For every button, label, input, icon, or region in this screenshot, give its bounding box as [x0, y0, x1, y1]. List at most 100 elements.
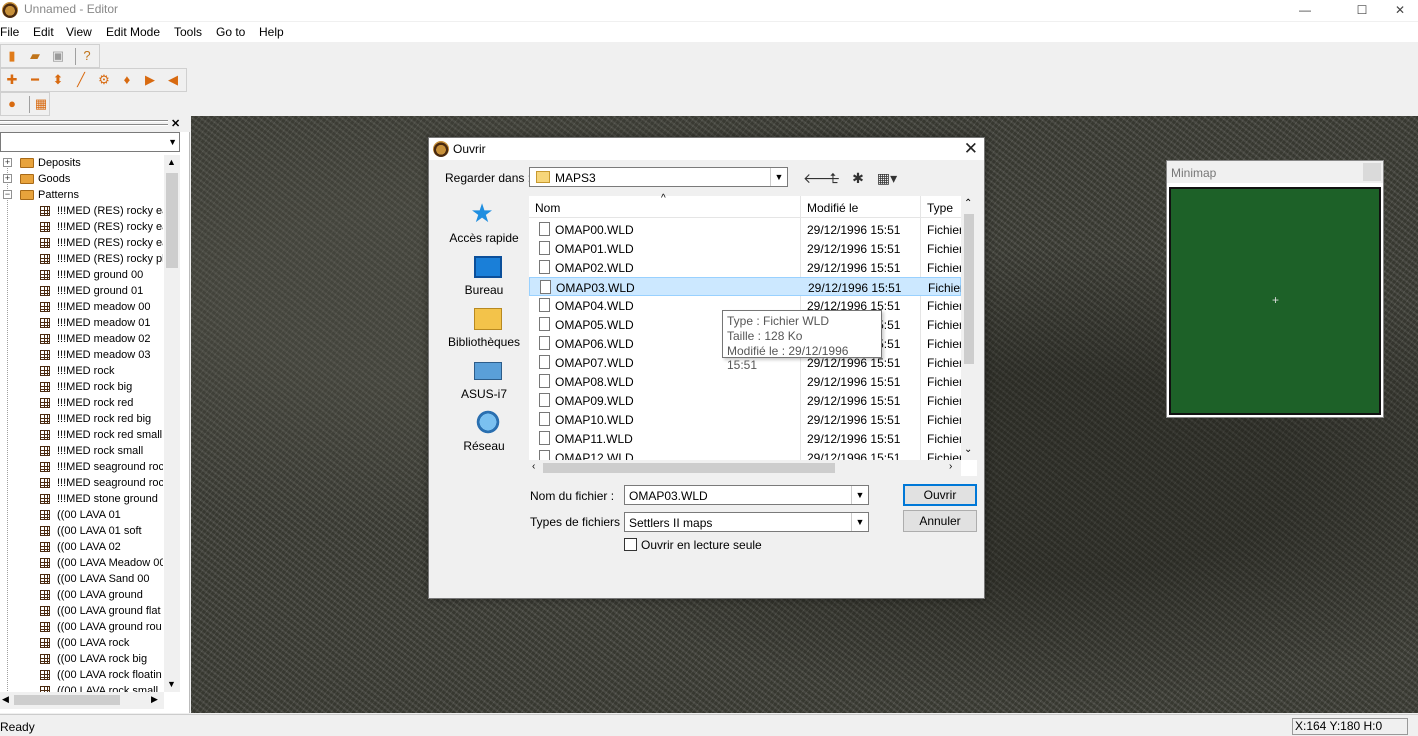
menu-view[interactable]: View: [66, 25, 92, 39]
sound-icon[interactable]: ◀: [165, 72, 181, 88]
readonly-label[interactable]: Ouvrir en lecture seule: [641, 538, 762, 552]
file-row[interactable]: OMAP08.WLD 29/12/1996 15:51 Fichier: [529, 372, 964, 391]
open-icon[interactable]: ▰: [27, 48, 43, 64]
back-icon[interactable]: 🡐: [803, 169, 841, 187]
open-file-dialog: Ouvrir ✕ Regarder dans : MAPS3 ▼ 🡐 ⮤ ✱ ▦…: [428, 137, 985, 599]
pattern-icon: [40, 574, 50, 584]
column-name[interactable]: Nom: [535, 201, 560, 215]
scroll-left-icon[interactable]: ‹: [532, 461, 535, 472]
file-date: 29/12/1996 15:51: [807, 432, 901, 446]
file-date: 29/12/1996 15:51: [807, 375, 901, 389]
look-in-select[interactable]: MAPS3 ▼: [529, 167, 788, 187]
lower-icon[interactable]: ━: [27, 72, 43, 88]
open-button[interactable]: Ouvrir: [903, 484, 977, 506]
menu-edit-mode[interactable]: Edit Mode: [106, 25, 160, 39]
up-folder-icon[interactable]: ⮤: [825, 169, 843, 187]
minimap-close-button[interactable]: [1363, 163, 1381, 181]
chevron-down-icon[interactable]: ▼: [851, 513, 868, 531]
menu-edit[interactable]: Edit: [33, 25, 54, 39]
scroll-thumb[interactable]: [14, 695, 120, 705]
view-menu-icon[interactable]: ▦▾: [873, 169, 901, 187]
help-icon[interactable]: ?: [79, 48, 95, 64]
window-titlebar: Unnamed - Editor — ☐ ✕: [0, 0, 1418, 21]
pattern-icon: [40, 302, 50, 312]
file-row[interactable]: OMAP10.WLD 29/12/1996 15:51 Fichier: [529, 410, 963, 429]
filetype-select[interactable]: Settlers II maps ▼: [624, 512, 869, 532]
chevron-down-icon[interactable]: ▼: [851, 486, 868, 504]
save-icon[interactable]: ▣: [50, 48, 66, 64]
folder-icon: [536, 171, 550, 183]
play-icon[interactable]: ▶: [142, 72, 158, 88]
pattern-icon: [40, 446, 50, 456]
minimize-button[interactable]: —: [1282, 0, 1328, 21]
scroll-up-icon[interactable]: ▲: [167, 157, 176, 167]
scroll-thumb[interactable]: [543, 463, 835, 473]
scroll-down-icon[interactable]: ⌄: [964, 444, 972, 455]
raise-icon[interactable]: ✚: [4, 72, 20, 88]
cancel-button[interactable]: Annuler: [903, 510, 977, 532]
tree-label: !!!MED rock red big: [57, 413, 152, 425]
expand-icon[interactable]: +: [3, 158, 12, 167]
scroll-thumb[interactable]: [166, 173, 178, 268]
scroll-up-icon[interactable]: ⌃: [964, 198, 972, 209]
menu-tools[interactable]: Tools: [174, 25, 202, 39]
menu-go-to[interactable]: Go to: [216, 25, 245, 39]
scroll-down-icon[interactable]: ▼: [167, 679, 176, 689]
file-name: OMAP00.WLD: [555, 223, 634, 237]
file-row[interactable]: OMAP11.WLD 29/12/1996 15:51 Fichier: [529, 429, 963, 448]
scroll-right-icon[interactable]: ›: [949, 461, 952, 472]
fill-icon[interactable]: ♦: [119, 72, 135, 88]
file-row[interactable]: OMAP01.WLD 29/12/1996 15:51 Fichier: [529, 239, 963, 258]
scroll-right-icon[interactable]: ▶: [151, 694, 158, 705]
new-folder-icon[interactable]: ✱: [849, 169, 867, 187]
dialog-close-icon[interactable]: ✕: [964, 139, 978, 159]
close-button[interactable]: ✕: [1377, 0, 1418, 21]
collapse-icon[interactable]: −: [3, 190, 12, 199]
tree-vertical-scrollbar[interactable]: ▲ ▼: [164, 155, 180, 692]
brush-icon[interactable]: ╱: [73, 72, 89, 88]
tree-label: ((00 LAVA ground rou: [57, 621, 162, 633]
objects-icon[interactable]: ⚙: [96, 72, 112, 88]
panel-grip[interactable]: [0, 120, 168, 122]
copy-icon[interactable]: ▦: [33, 96, 49, 112]
column-modified[interactable]: Modifié le: [807, 201, 858, 215]
tree-horizontal-scrollbar[interactable]: ◀ ▶: [0, 692, 164, 709]
file-row[interactable]: OMAP02.WLD 29/12/1996 15:51 Fichier: [529, 258, 964, 277]
place-label: ASUS-i7: [460, 387, 507, 401]
file-list-vertical-scrollbar[interactable]: ⌃ ⌄: [961, 196, 977, 460]
place-network[interactable]: Réseau: [440, 404, 528, 456]
dialog-title: Ouvrir: [453, 142, 486, 156]
place-desktop[interactable]: Bureau: [440, 248, 528, 300]
tree-label: !!!MED rock: [57, 365, 115, 377]
menu-file[interactable]: File: [0, 25, 19, 39]
new-icon[interactable]: ▮: [4, 48, 20, 64]
pattern-icon: [40, 318, 50, 328]
place-this-pc[interactable]: ASUS-i7: [440, 352, 528, 404]
minimap-cursor-icon: +: [1272, 293, 1280, 307]
readonly-checkbox[interactable]: [624, 538, 637, 551]
tooltip-modified: Modifié le : 29/12/1996 15:51: [727, 344, 849, 372]
place-libraries[interactable]: Bibliothèques: [440, 300, 528, 352]
file-type: Fichier: [927, 261, 964, 275]
chevron-down-icon[interactable]: ▼: [770, 168, 787, 186]
place-label: Bureau: [464, 283, 504, 297]
file-row[interactable]: OMAP09.WLD 29/12/1996 15:51 Fichier: [529, 391, 963, 410]
column-type[interactable]: Type: [927, 201, 953, 215]
panel-category-select[interactable]: ▼: [0, 132, 180, 152]
file-row[interactable]: OMAP00.WLD 29/12/1996 15:51 Fichier: [529, 220, 963, 239]
minimap-canvas[interactable]: +: [1169, 187, 1381, 415]
pattern-icon: [40, 206, 50, 216]
scroll-thumb[interactable]: [964, 214, 974, 364]
menu-help[interactable]: Help: [259, 25, 284, 39]
marker-icon[interactable]: ●: [4, 96, 20, 112]
filename-input[interactable]: OMAP03.WLD ▼: [624, 485, 869, 505]
file-icon: [540, 280, 551, 294]
plane-icon[interactable]: ⬍: [50, 72, 66, 88]
file-row[interactable]: OMAP03.WLD 29/12/1996 15:51 Fichier: [529, 277, 964, 296]
place-quick-access[interactable]: ★ Accès rapide: [440, 196, 528, 248]
expand-icon[interactable]: +: [3, 174, 12, 183]
file-type: Fichier: [927, 375, 964, 389]
scroll-left-icon[interactable]: ◀: [2, 694, 9, 705]
file-list-horizontal-scrollbar[interactable]: ‹ ›: [529, 460, 961, 476]
panel-close-icon[interactable]: ✕: [171, 117, 180, 130]
